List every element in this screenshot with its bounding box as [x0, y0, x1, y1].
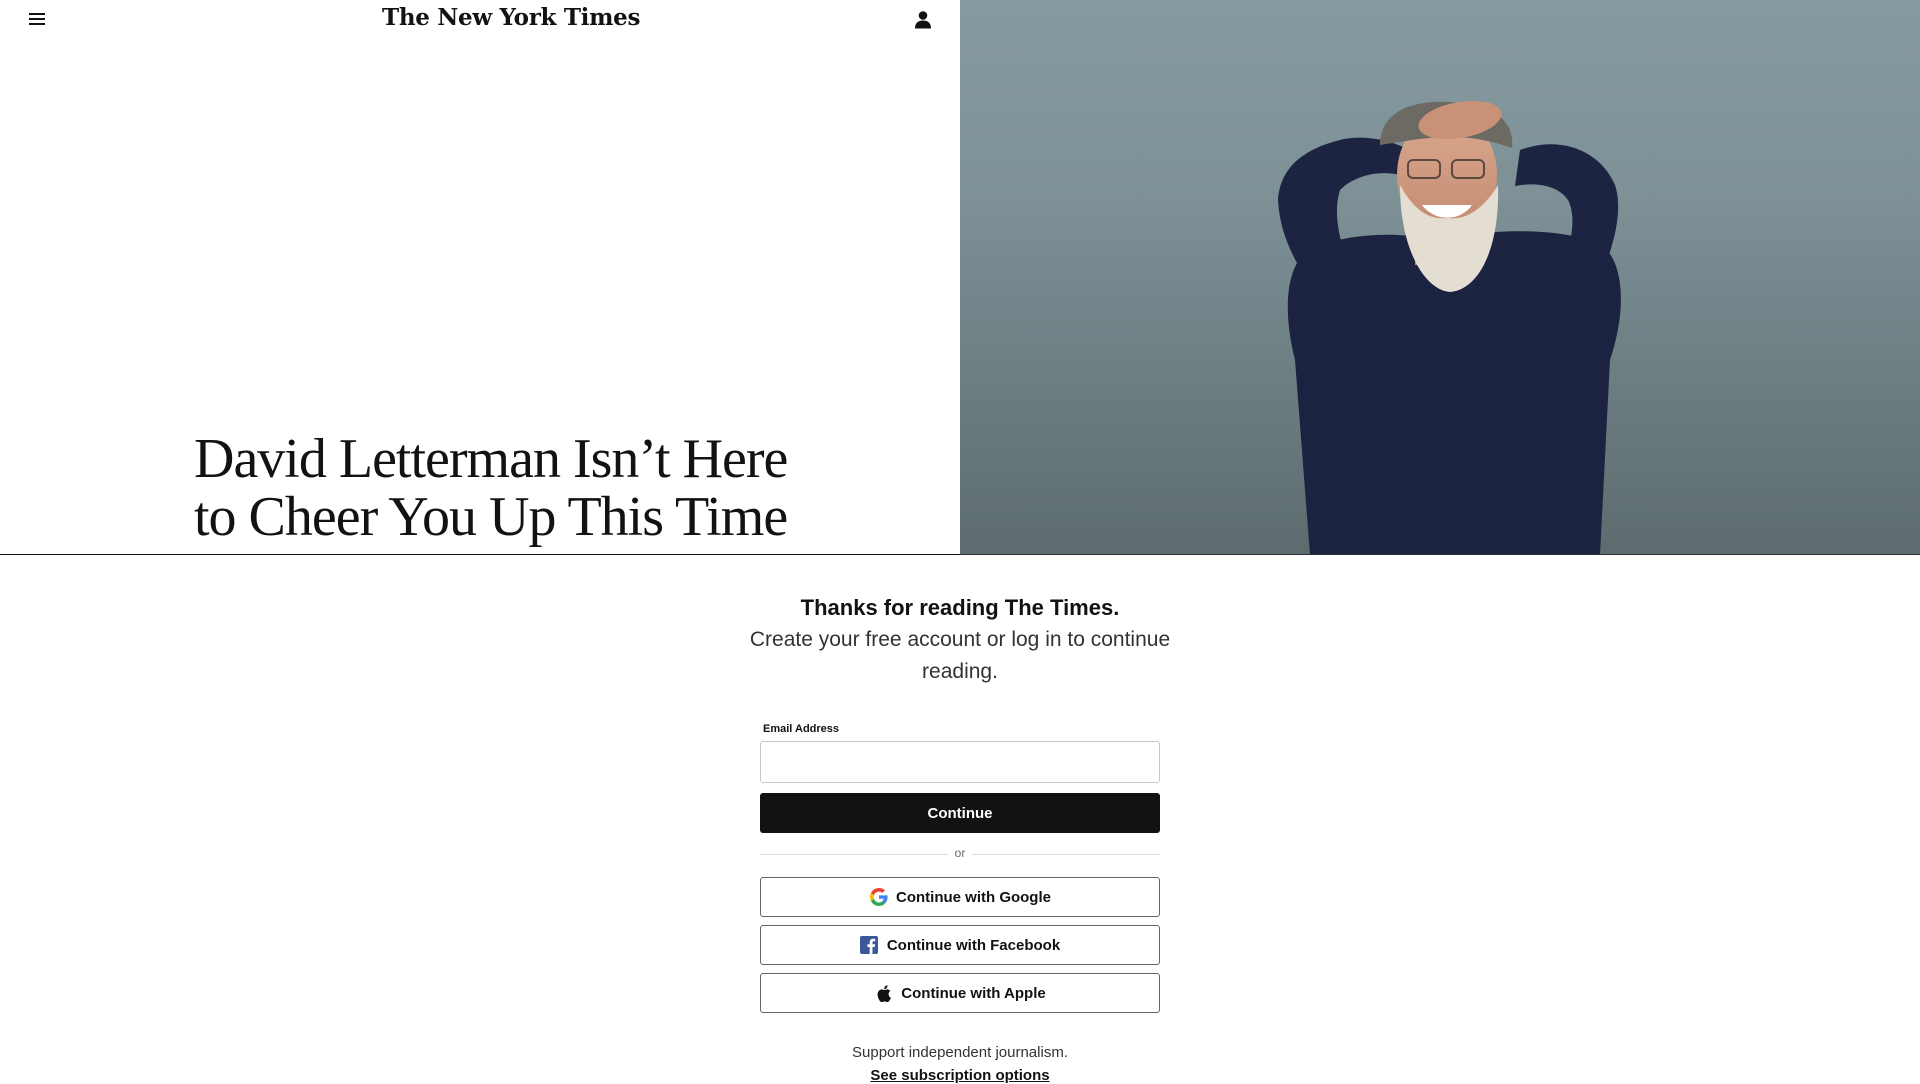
portrait-image [1278, 100, 1621, 554]
article-hero: The New York Times David Letterman Isn’t… [0, 0, 1920, 555]
subscription-options-link[interactable]: See subscription options [760, 1067, 1160, 1084]
regi-title: Thanks for reading The Times. [800, 595, 1120, 620]
continue-with-facebook-button[interactable]: Continue with Facebook [760, 925, 1160, 965]
facebook-button-label: Continue with Facebook [886, 936, 1061, 954]
hamburger-menu-icon[interactable] [29, 13, 45, 27]
or-divider: or [760, 846, 1160, 862]
google-icon [869, 888, 888, 907]
or-text: or [954, 846, 966, 860]
headline-line-2: to Cheer You Up This Time [194, 486, 788, 548]
google-button-label: Continue with Google [896, 888, 1051, 906]
regi-subtitle: Create your free account or log in to co… [749, 628, 1171, 683]
apple-button-label: Continue with Apple [901, 984, 1046, 1002]
headline-line-1: David Letterman Isn’t Here [194, 428, 788, 490]
continue-with-google-button[interactable]: Continue with Google [760, 877, 1160, 917]
article-headline: David Letterman Isn’t Here to Cheer You … [194, 430, 814, 546]
apple-icon [874, 984, 893, 1003]
registration-panel: Thanks for reading The Times. Create you… [0, 556, 1920, 1084]
divider-line-left [760, 854, 948, 855]
support-text: Support independent journalism. [852, 1044, 1068, 1061]
continue-with-apple-button[interactable]: Continue with Apple [760, 973, 1160, 1013]
hero-photo [960, 0, 1920, 555]
facebook-icon [860, 936, 879, 955]
hero-text-pane: The New York Times David Letterman Isn’t… [0, 0, 960, 555]
person-icon[interactable] [914, 10, 932, 30]
divider-line-right [972, 854, 1160, 855]
continue-button[interactable]: Continue [760, 793, 1160, 833]
nyt-logo[interactable]: The New York Times [382, 4, 640, 31]
email-label: Email Address [763, 723, 840, 735]
email-field[interactable] [760, 741, 1160, 783]
